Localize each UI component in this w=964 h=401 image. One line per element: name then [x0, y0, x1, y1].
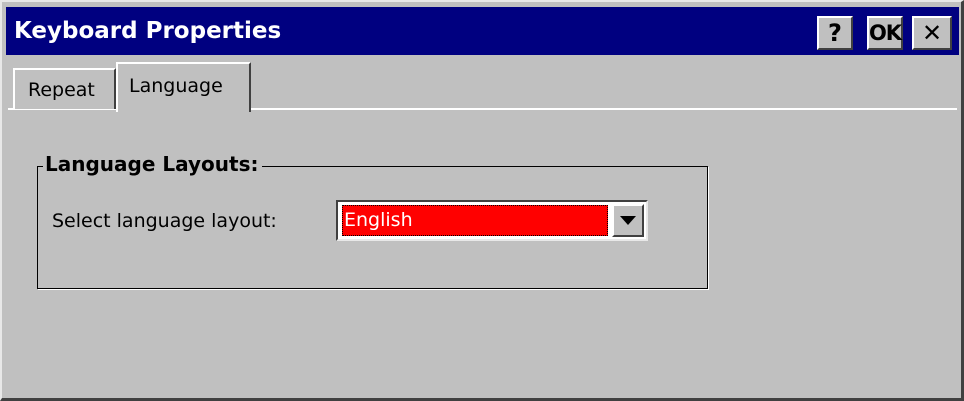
language-layout-selected-value: English: [342, 205, 608, 236]
language-layout-dropdown[interactable]: English: [336, 200, 648, 241]
window-title: Keyboard Properties: [14, 18, 282, 44]
close-icon: ✕: [921, 19, 943, 47]
active-tab-gap: [118, 108, 249, 112]
select-language-layout-label: Select language layout:: [52, 210, 277, 232]
dropdown-arrow-icon: [620, 216, 636, 225]
help-button[interactable]: ?: [817, 16, 853, 50]
dropdown-arrow-button[interactable]: [612, 204, 644, 237]
ok-button[interactable]: OK: [867, 16, 903, 50]
help-icon: ?: [828, 19, 842, 47]
tab-language[interactable]: Language: [116, 62, 251, 112]
title-bar: Keyboard Properties ? OK ✕: [6, 7, 959, 55]
language-layouts-heading: Language Layouts:: [43, 150, 263, 178]
close-button[interactable]: ✕: [912, 16, 952, 50]
tab-repeat[interactable]: Repeat: [13, 68, 116, 109]
